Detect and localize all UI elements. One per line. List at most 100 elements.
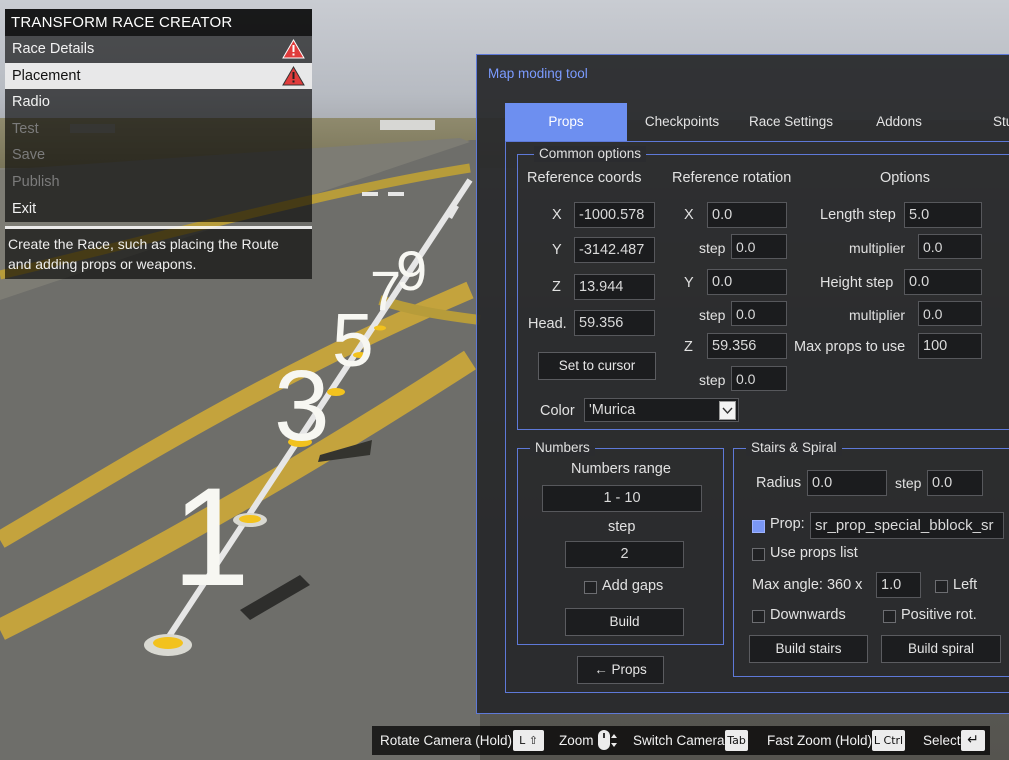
numbers-group: Numbers Numbers range 1 - 10 step 2 Add …	[517, 440, 724, 645]
length-step-field[interactable]: 5.0	[904, 202, 982, 228]
length-multiplier-field[interactable]: 0.0	[918, 234, 982, 259]
set-to-cursor-button[interactable]: Set to cursor	[538, 352, 656, 380]
key-left-shift-icon: L ⇧	[513, 730, 544, 751]
coord-x-label: X	[552, 207, 562, 223]
rot-x-step-field[interactable]: 0.0	[731, 234, 787, 259]
prop-number-1: 1	[172, 458, 250, 615]
height-multiplier-field[interactable]: 0.0	[918, 301, 982, 326]
length-multiplier-label: multiplier	[849, 240, 906, 256]
height-step-label: Height step	[820, 275, 894, 291]
menu-item-test[interactable]: Test	[5, 115, 312, 143]
height-step-field[interactable]: 0.0	[904, 269, 982, 295]
coord-y-field[interactable]: -3142.487	[574, 237, 655, 263]
rot-y-step-field[interactable]: 0.0	[731, 301, 787, 326]
rot-y-field[interactable]: 0.0	[707, 269, 787, 295]
hint-switch-camera: Switch Camera	[633, 733, 725, 748]
use-props-list-checkbox[interactable]	[752, 548, 765, 561]
max-angle-label: Max angle: 360 x	[752, 577, 863, 593]
tab-label: Stu	[993, 114, 1009, 129]
menu-item-exit[interactable]: Exit	[5, 195, 312, 223]
warning-icon	[282, 65, 305, 86]
max-props-field[interactable]: 100	[918, 333, 982, 359]
hint-select: Select	[923, 733, 961, 748]
length-step-label: Length step	[820, 207, 896, 223]
menu-description: Create the Race, such as placing the Rou…	[5, 229, 312, 280]
rot-y-step-label: step	[699, 307, 726, 323]
key-tab-icon: Tab	[725, 730, 748, 751]
coord-x-field[interactable]: -1000.578	[574, 202, 655, 228]
runway-dash	[388, 192, 404, 196]
tab-studio[interactable]: Stu	[953, 103, 1009, 141]
use-props-list-label: Use props list	[770, 545, 858, 561]
ref-coords-heading: Reference coords	[527, 170, 642, 186]
tab-props[interactable]: Props	[505, 103, 627, 141]
warning-icon	[282, 39, 305, 59]
downwards-checkbox[interactable]	[752, 610, 765, 623]
add-gaps-label: Add gaps	[602, 578, 664, 594]
menu-title: TRANSFORM RACE CREATOR	[5, 9, 312, 36]
radius-field[interactable]: 0.0	[807, 470, 887, 496]
tab-checkpoints[interactable]: Checkpoints	[627, 103, 737, 141]
heading-field[interactable]: 59.356	[574, 310, 655, 336]
instructional-buttons-bar: Rotate Camera (Hold) L ⇧ Zoom Switch Cam…	[372, 726, 990, 755]
options-heading: Options	[880, 170, 930, 186]
chevron-down-icon[interactable]	[719, 401, 736, 420]
rot-x-field[interactable]: 0.0	[707, 202, 787, 228]
menu-item-save[interactable]: Save	[5, 142, 312, 169]
color-label: Color	[540, 403, 575, 419]
back-to-props-button[interactable]: ← Props	[577, 656, 664, 684]
prop-number-5: 5	[332, 298, 374, 382]
radius-step-field[interactable]: 0.0	[927, 470, 983, 496]
radius-step-label: step	[895, 475, 922, 491]
numbers-range-field[interactable]: 1 - 10	[542, 485, 702, 512]
downwards-label: Downwards	[770, 607, 846, 623]
ref-rotation-heading: Reference rotation	[672, 170, 792, 186]
rot-y-label: Y	[684, 275, 694, 291]
positive-rot-label: Positive rot.	[901, 607, 977, 623]
rot-x-step-label: step	[699, 240, 726, 256]
height-multiplier-label: multiplier	[849, 307, 906, 323]
menu-item-race-details[interactable]: Race Details	[5, 36, 312, 63]
stairs-spiral-group: Stairs & Spiral Radius 0.0 step 0.0 Prop…	[733, 440, 1009, 677]
rot-x-label: X	[684, 207, 694, 223]
menu-item-label: Radio	[12, 94, 50, 111]
positive-rot-checkbox[interactable]	[883, 610, 896, 623]
runway-lamp	[374, 325, 386, 331]
rot-z-step-field[interactable]: 0.0	[731, 366, 787, 391]
radius-label: Radius	[756, 475, 802, 491]
props-tab-panel: Common options Reference coords Referenc…	[505, 141, 1009, 693]
max-props-label: Max props to use	[794, 339, 906, 355]
tab-addons[interactable]: Addons	[845, 103, 953, 141]
hint-fast-zoom: Fast Zoom (Hold)	[767, 733, 873, 748]
rot-z-label: Z	[684, 339, 693, 355]
rot-z-field[interactable]: 59.356	[707, 333, 787, 359]
tab-race-settings[interactable]: Race Settings	[737, 103, 845, 141]
runway-lamp	[327, 388, 345, 396]
prop-checkbox[interactable]	[752, 520, 765, 533]
menu-item-publish[interactable]: Publish	[5, 168, 312, 196]
prop-name-field[interactable]: sr_prop_special_bblock_sr	[810, 512, 1004, 539]
color-select[interactable]: 'Murica	[584, 398, 739, 422]
numbers-step-field[interactable]: 2	[565, 541, 684, 568]
build-numbers-button[interactable]: Build	[565, 608, 684, 636]
menu-item-label: Test	[12, 120, 39, 137]
max-angle-field[interactable]: 1.0	[876, 572, 921, 598]
build-stairs-button[interactable]: Build stairs	[749, 635, 868, 663]
menu-item-radio[interactable]: Radio	[5, 89, 312, 116]
race-creator-menu: TRANSFORM RACE CREATOR Race Details Plac…	[5, 9, 312, 280]
window-title: Map moding tool	[488, 66, 588, 81]
coord-z-field[interactable]: 13.944	[574, 274, 655, 300]
numbers-range-label: Numbers range	[571, 461, 671, 477]
menu-item-placement[interactable]: Placement	[5, 62, 312, 90]
build-spiral-button[interactable]: Build spiral	[881, 635, 1001, 663]
prop-label: Prop:	[770, 516, 805, 532]
menu-item-label: Save	[12, 147, 46, 164]
key-left-ctrl-icon: L Ctrl	[872, 730, 905, 751]
left-checkbox[interactable]	[935, 580, 948, 593]
coord-z-label: Z	[552, 279, 561, 295]
hint-rotate-camera: Rotate Camera (Hold)	[380, 733, 513, 748]
add-gaps-checkbox[interactable]	[584, 581, 597, 594]
left-label: Left	[953, 577, 978, 593]
coord-y-label: Y	[552, 242, 562, 258]
mouse-wheel-icon	[598, 730, 617, 750]
